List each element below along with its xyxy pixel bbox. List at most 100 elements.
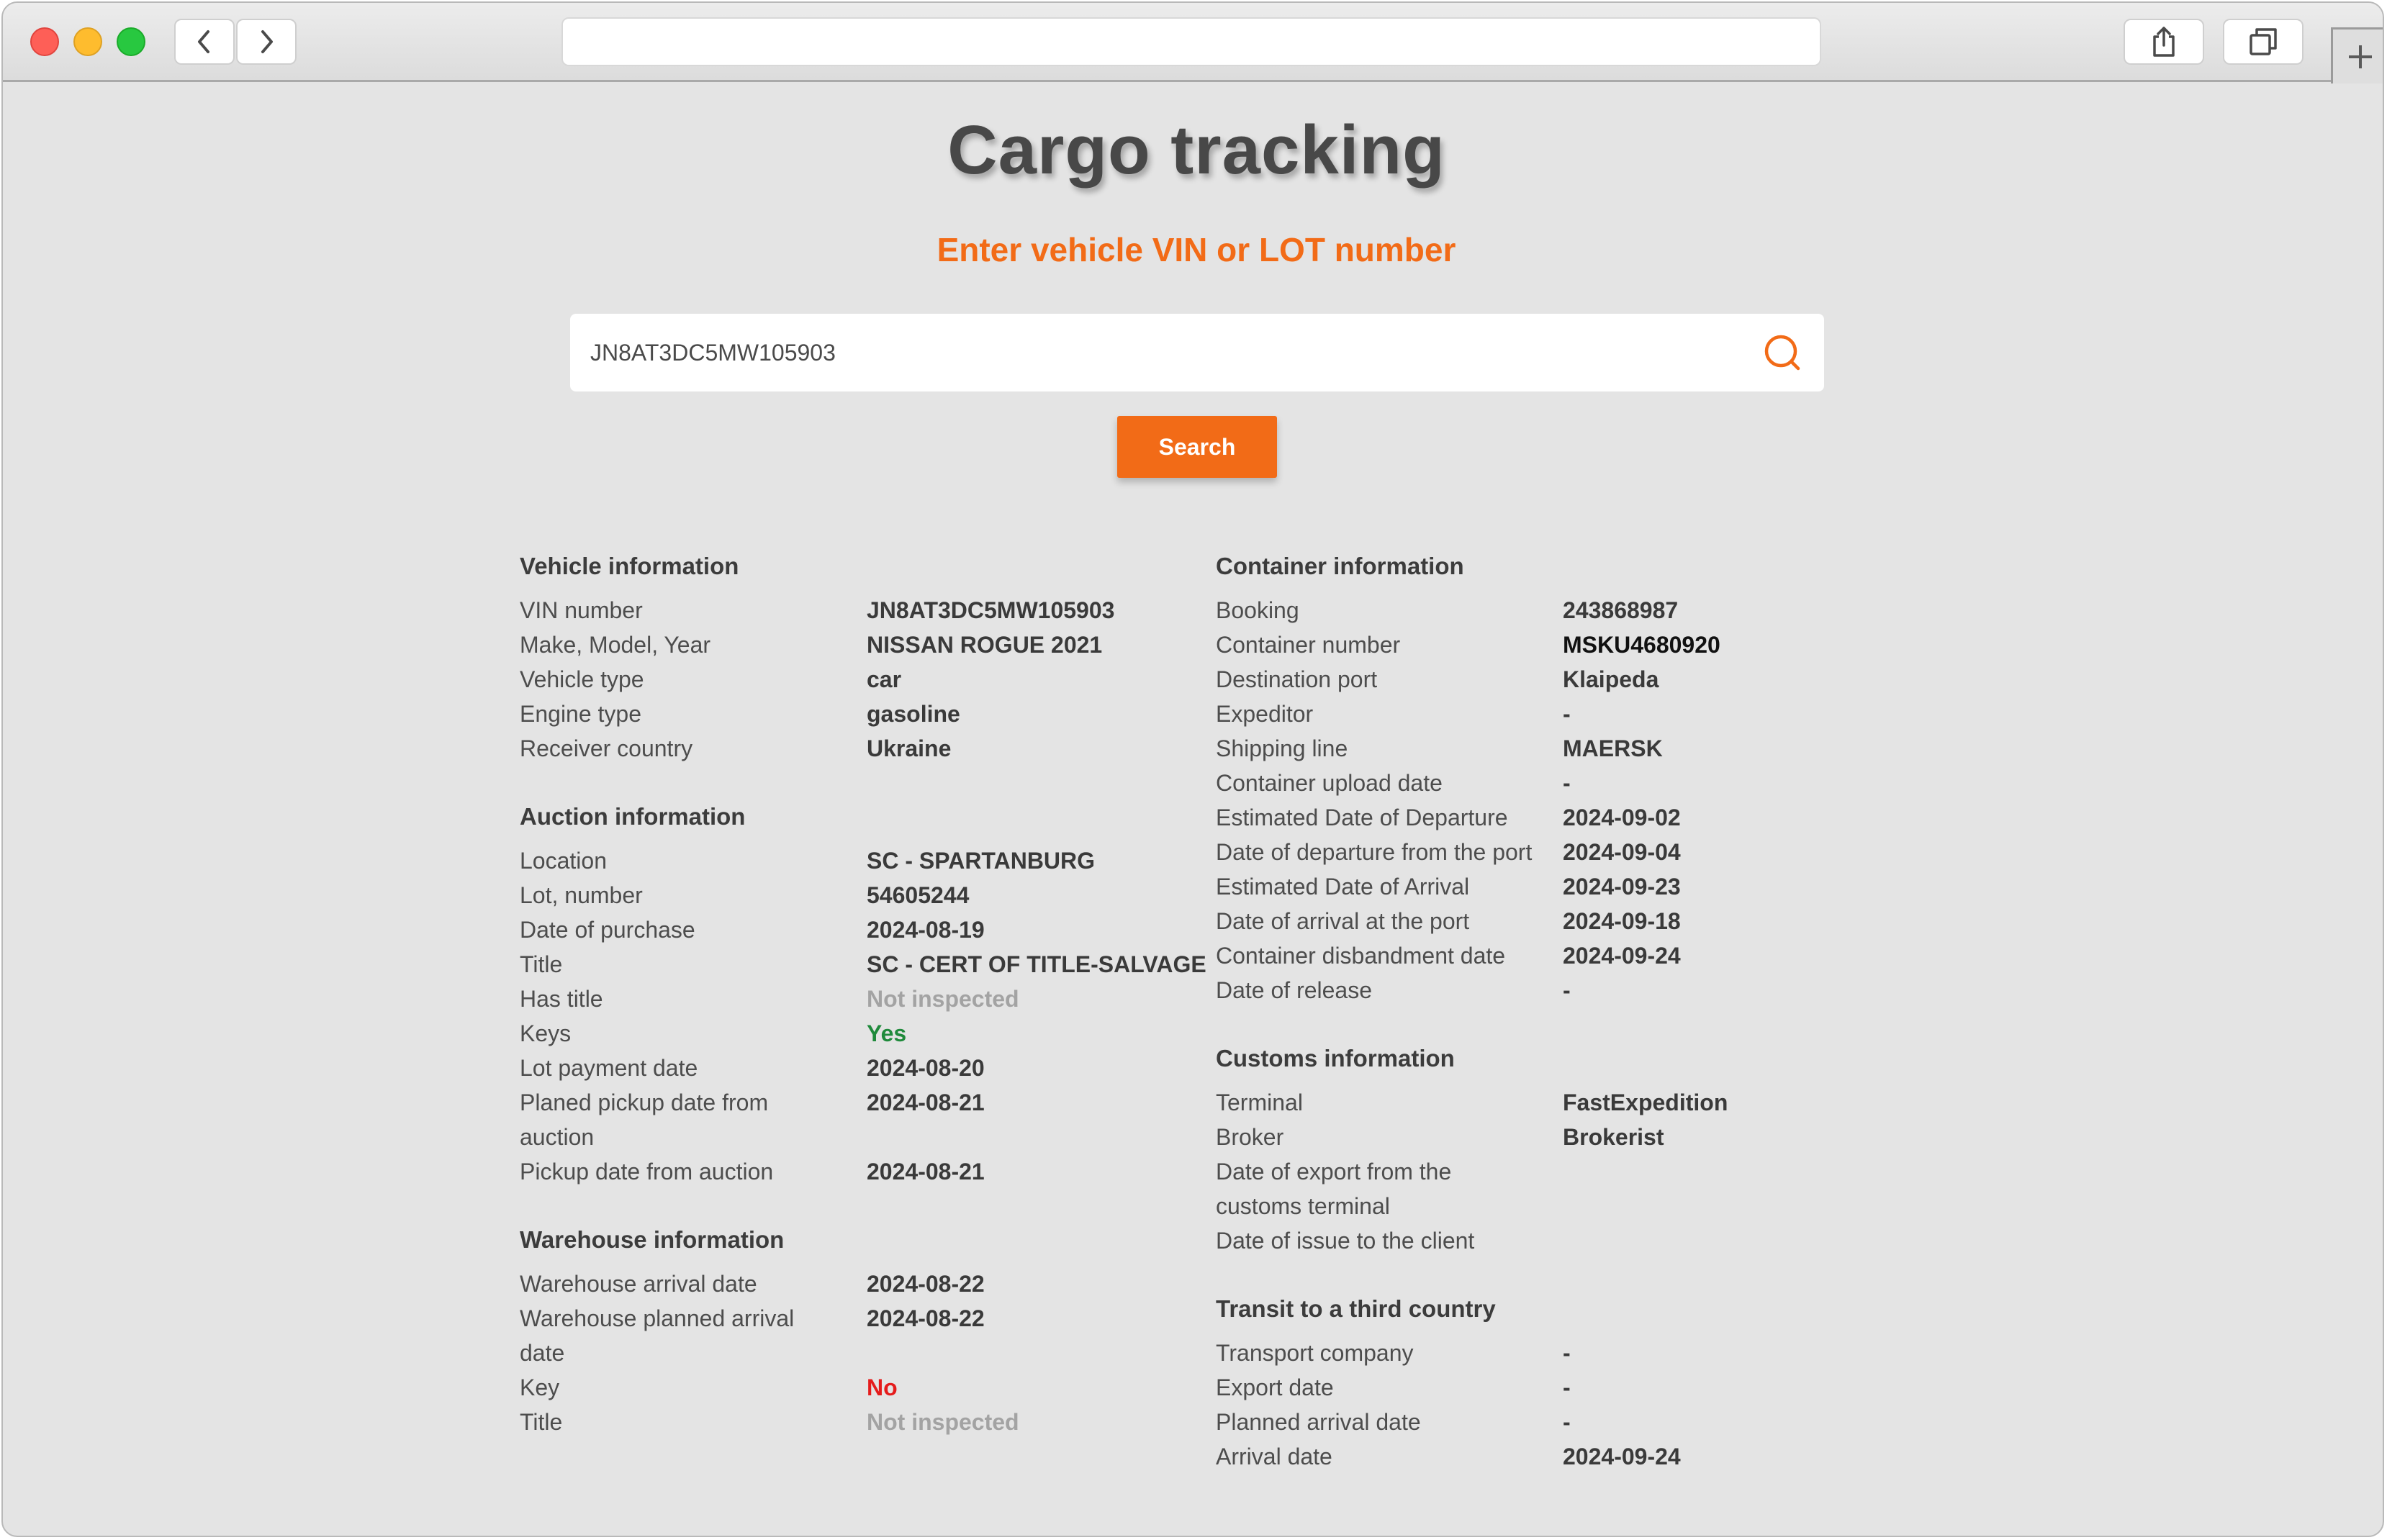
info-label: Receiver country bbox=[520, 735, 693, 761]
back-button[interactable] bbox=[174, 19, 235, 65]
info-row-title: Title Not inspected bbox=[520, 1405, 1211, 1439]
plus-icon bbox=[2349, 45, 2372, 68]
info-value: - bbox=[1563, 770, 1571, 796]
info-label: Expeditor bbox=[1216, 701, 1314, 727]
info-label: Booking bbox=[1216, 597, 1299, 623]
info-label: Date of arrival at the port bbox=[1216, 908, 1470, 934]
share-button[interactable] bbox=[2124, 19, 2204, 65]
info-row-location: Location SC - SPARTANBURG bbox=[520, 843, 1211, 878]
info-label: Planned arrival date bbox=[1216, 1409, 1421, 1435]
search-button[interactable]: Search bbox=[1117, 416, 1277, 478]
info-label: Make, Model, Year bbox=[520, 632, 711, 658]
info-value: - bbox=[1563, 977, 1571, 1003]
info-row-vin-number: VIN number JN8AT3DC5MW105903 bbox=[520, 593, 1211, 628]
info-label: Title bbox=[520, 951, 563, 977]
vin-search-input[interactable] bbox=[590, 314, 1728, 391]
info-label: Lot payment date bbox=[520, 1055, 698, 1081]
tabs-icon bbox=[2250, 28, 2277, 55]
info-value: Ukraine bbox=[867, 735, 952, 761]
info-row-title: Title SC - CERT OF TITLE-SALVAGE bbox=[520, 947, 1211, 982]
info-label: Container upload date bbox=[1216, 770, 1443, 796]
search-icon[interactable] bbox=[1762, 332, 1802, 373]
info-label: Shipping line bbox=[1216, 735, 1348, 761]
address-bar[interactable] bbox=[561, 17, 1821, 66]
info-row-vehicle-type: Vehicle type car bbox=[520, 662, 1211, 697]
section-title: Vehicle information bbox=[520, 553, 739, 579]
info-value: 2024-09-02 bbox=[1563, 805, 1681, 830]
info-value: 2024-09-04 bbox=[1563, 839, 1681, 865]
section-transit-to-a-third-country: Transit to a third country Transport comp… bbox=[1216, 1291, 1907, 1474]
section-vehicle-information: Vehicle information VIN number JN8AT3DC5MW… bbox=[520, 548, 1211, 766]
info-label: Transport company bbox=[1216, 1340, 1414, 1366]
info-row-lot-payment-date: Lot payment date 2024-08-20 bbox=[520, 1051, 1211, 1085]
forward-button[interactable] bbox=[236, 19, 297, 65]
section-title: Warehouse information bbox=[520, 1226, 785, 1253]
new-tab-button[interactable] bbox=[2331, 27, 2383, 83]
info-label: Date of export from the customs terminal bbox=[1216, 1159, 1452, 1219]
info-label: Broker bbox=[1216, 1124, 1284, 1150]
info-row-key: Key No bbox=[520, 1370, 1211, 1405]
info-row-destination-port: Destination port Klaipeda bbox=[1216, 662, 1907, 697]
info-label: Title bbox=[520, 1409, 563, 1435]
info-label: Key bbox=[520, 1374, 560, 1400]
info-label: Location bbox=[520, 848, 607, 874]
info-value: Brokerist bbox=[1563, 1124, 1664, 1150]
info-row-broker: Broker Brokerist bbox=[1216, 1120, 1907, 1154]
browser-toolbar bbox=[3, 3, 2383, 82]
info-label: VIN number bbox=[520, 597, 643, 623]
info-row-export-date: Export date - bbox=[1216, 1370, 1907, 1405]
info-label: Destination port bbox=[1216, 666, 1378, 692]
info-value: - bbox=[1563, 1340, 1571, 1366]
show-tabs-button[interactable] bbox=[2223, 19, 2303, 65]
info-value: MSKU4680920 bbox=[1563, 632, 1720, 658]
search-instruction: Enter vehicle VIN or LOT number bbox=[937, 231, 1456, 268]
info-label: Engine type bbox=[520, 701, 642, 727]
right-info-column: Container information Booking 243868987 Con… bbox=[1216, 548, 1907, 1474]
info-row-shipping-line: Shipping line MAERSK bbox=[1216, 731, 1907, 766]
share-icon bbox=[2153, 27, 2175, 57]
info-row-planned-arrival-date: Planned arrival date - bbox=[1216, 1405, 1907, 1439]
info-row-warehouse-planned-arrival-date: Warehouse planned arrival date 2024-08-22 bbox=[520, 1301, 1211, 1370]
section-customs-information: Customs information Terminal FastExpeditio… bbox=[1216, 1041, 1907, 1258]
info-row-booking: Booking 243868987 bbox=[1216, 593, 1907, 628]
info-value: Not inspected bbox=[867, 986, 1019, 1012]
info-row-estimated-date-of-departure: Estimated Date of Departure 2024-09-02 bbox=[1216, 800, 1907, 835]
info-label: Lot, number bbox=[520, 882, 643, 908]
info-row-estimated-date-of-arrival: Estimated Date of Arrival 2024-09-23 bbox=[1216, 869, 1907, 904]
minimize-window-button[interactable] bbox=[73, 27, 102, 56]
info-row-engine-type: Engine type gasoline bbox=[520, 697, 1211, 731]
info-row-keys: Keys Yes bbox=[520, 1016, 1211, 1051]
info-value: 2024-09-18 bbox=[1563, 908, 1681, 934]
maximize-window-button[interactable] bbox=[117, 27, 145, 56]
info-label: Terminal bbox=[1216, 1090, 1303, 1115]
info-row-date-of-arrival-at-the-port: Date of arrival at the port 2024-09-18 bbox=[1216, 904, 1907, 938]
info-value: 2024-08-19 bbox=[867, 917, 985, 943]
info-row-transport-company: Transport company - bbox=[1216, 1336, 1907, 1370]
back-chevron-icon bbox=[198, 30, 209, 53]
info-row-container-disbandment-date: Container disbandment date 2024-09-24 bbox=[1216, 938, 1907, 973]
info-label: Vehicle type bbox=[520, 666, 644, 692]
info-label: Arrival date bbox=[1216, 1444, 1332, 1469]
section-auction-information: Auction information Location SC - SPARTANB… bbox=[520, 799, 1211, 1189]
info-value: Not inspected bbox=[867, 1409, 1019, 1435]
info-value: - bbox=[1563, 1374, 1571, 1400]
info-label: Date of departure from the port bbox=[1216, 839, 1533, 865]
info-value: 2024-08-20 bbox=[867, 1055, 985, 1081]
search-box bbox=[570, 314, 1824, 391]
info-value: - bbox=[1563, 701, 1571, 727]
info-row-date-of-export-from-the-customs-terminal: Date of export from the customs terminal bbox=[1216, 1154, 1907, 1223]
info-row-date-of-release: Date of release - bbox=[1216, 973, 1907, 1007]
left-info-column: Vehicle information VIN number JN8AT3DC5MW… bbox=[520, 548, 1211, 1439]
close-window-button[interactable] bbox=[30, 27, 59, 56]
info-value: MAERSK bbox=[1563, 735, 1663, 761]
info-value: 2024-08-22 bbox=[867, 1305, 985, 1331]
info-value: - bbox=[1563, 1409, 1571, 1435]
info-label: Container number bbox=[1216, 632, 1401, 658]
info-value: 54605244 bbox=[867, 882, 970, 908]
info-value: Yes bbox=[867, 1020, 907, 1046]
info-value: 2024-08-22 bbox=[867, 1271, 985, 1297]
section-container-information: Container information Booking 243868987 Con… bbox=[1216, 548, 1907, 1007]
